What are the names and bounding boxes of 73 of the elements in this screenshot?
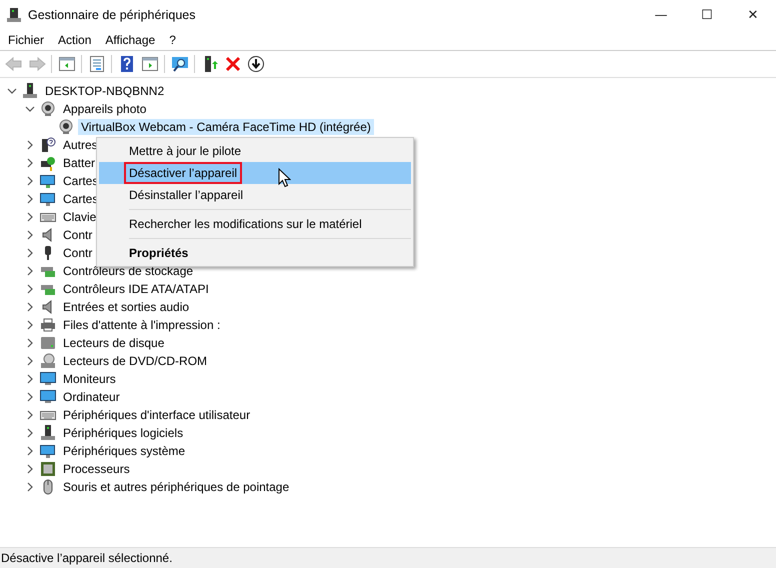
expand-chevron-icon[interactable] (25, 338, 35, 348)
expand-chevron-icon[interactable] (25, 320, 35, 330)
expand-chevron-icon[interactable] (25, 410, 35, 420)
expand-chevron-icon[interactable] (25, 446, 35, 456)
menu-item[interactable]: Action (51, 33, 98, 47)
menu-item[interactable]: ? (162, 33, 183, 47)
collapse-chevron-icon[interactable] (25, 104, 35, 114)
computer-tower-icon (40, 425, 56, 441)
expand-chevron-icon[interactable] (25, 464, 35, 474)
card-icon (40, 173, 56, 189)
tree-item[interactable]: Lecteurs de disque (60, 335, 168, 351)
tree-item[interactable]: Contr (60, 227, 96, 243)
maximize-button[interactable]: ☐ (684, 0, 730, 30)
printer-icon (40, 317, 56, 333)
tree-item[interactable]: Appareils photo (60, 101, 150, 117)
monitor-icon (40, 191, 56, 207)
monitor-icon (40, 443, 56, 459)
expand-chevron-icon[interactable] (25, 266, 35, 276)
tree-item[interactable]: DESKTOP-NBQBNN2 (42, 83, 168, 99)
expand-chevron-icon[interactable] (25, 302, 35, 312)
tree-item[interactable]: Contrôleurs IDE ATA/ATAPI (60, 281, 212, 297)
computer-tower-icon (22, 83, 38, 99)
expand-chevron-icon[interactable] (25, 356, 35, 366)
expand-chevron-icon[interactable] (25, 284, 35, 294)
disk-drive-icon (40, 335, 56, 351)
monitor-icon (40, 389, 56, 405)
tree-item[interactable]: Périphériques logiciels (60, 425, 186, 441)
webcam-icon (40, 101, 56, 117)
context-menu-item[interactable]: Mettre à jour le pilote (99, 140, 411, 162)
expand-chevron-icon[interactable] (25, 428, 35, 438)
expand-chevron-icon[interactable] (25, 212, 35, 222)
context-menu-item[interactable]: Désinstaller l’appareil (99, 184, 411, 206)
tree-item[interactable]: Périphériques d'interface utilisateur (60, 407, 254, 423)
unknown-device-icon (40, 137, 56, 153)
tree-item[interactable]: Contrôleurs de stockage (60, 263, 196, 279)
expand-chevron-icon[interactable] (25, 374, 35, 384)
tree-item[interactable]: Périphériques système (60, 443, 188, 459)
context-menu-item[interactable]: Rechercher les modifications sur le matériel (99, 213, 411, 235)
collapse-chevron-icon[interactable] (7, 86, 17, 96)
tree-item[interactable]: Clavie (60, 209, 100, 225)
mouse-pointer-icon (278, 168, 291, 188)
tree-item[interactable]: Batter (60, 155, 98, 171)
tree-item[interactable]: Entrées et sorties audio (60, 299, 192, 315)
webcam-icon (58, 119, 74, 135)
tree-item[interactable]: Lecteurs de DVD/CD-ROM (60, 353, 210, 369)
window-title: Gestionnaire de périphériques (28, 8, 196, 22)
app-icon (6, 7, 22, 23)
expand-chevron-icon[interactable] (25, 158, 35, 168)
status-bar: Désactive l’appareil sélectionné. (0, 547, 776, 568)
tree-item[interactable]: VirtualBox Webcam - Caméra FaceTime HD (intégrée) (78, 119, 374, 135)
expand-chevron-icon[interactable] (25, 194, 35, 204)
expand-chevron-icon[interactable] (25, 176, 35, 186)
close-button[interactable]: ✕ (730, 0, 776, 30)
tree-item[interactable]: Moniteurs (60, 371, 119, 387)
tree-item[interactable]: Files d'attente à l'impression : (60, 317, 224, 333)
tree-item[interactable]: Ordinateur (60, 389, 123, 405)
expand-chevron-icon[interactable] (25, 140, 35, 150)
expand-chevron-icon[interactable] (25, 482, 35, 492)
menu-item[interactable]: Affichage (98, 33, 162, 47)
context-menu-item[interactable]: Désactiver l’appareil (99, 162, 411, 184)
chip-icon (40, 461, 56, 477)
expand-chevron-icon[interactable] (25, 392, 35, 402)
expand-chevron-icon[interactable] (25, 248, 35, 258)
tree-item[interactable]: Contr (60, 245, 96, 261)
battery-icon (40, 155, 56, 171)
tree-item[interactable]: Souris et autres périphériques de pointage (60, 479, 292, 495)
disc-drive-icon (40, 353, 56, 369)
context-menu-item[interactable]: Propriétés (99, 242, 411, 264)
expand-chevron-icon[interactable] (25, 230, 35, 240)
monitor-icon (40, 371, 56, 387)
minimize-button[interactable]: — (638, 0, 684, 30)
tree-item[interactable]: Processeurs (60, 461, 133, 477)
menu-item[interactable]: Fichier (1, 33, 52, 47)
